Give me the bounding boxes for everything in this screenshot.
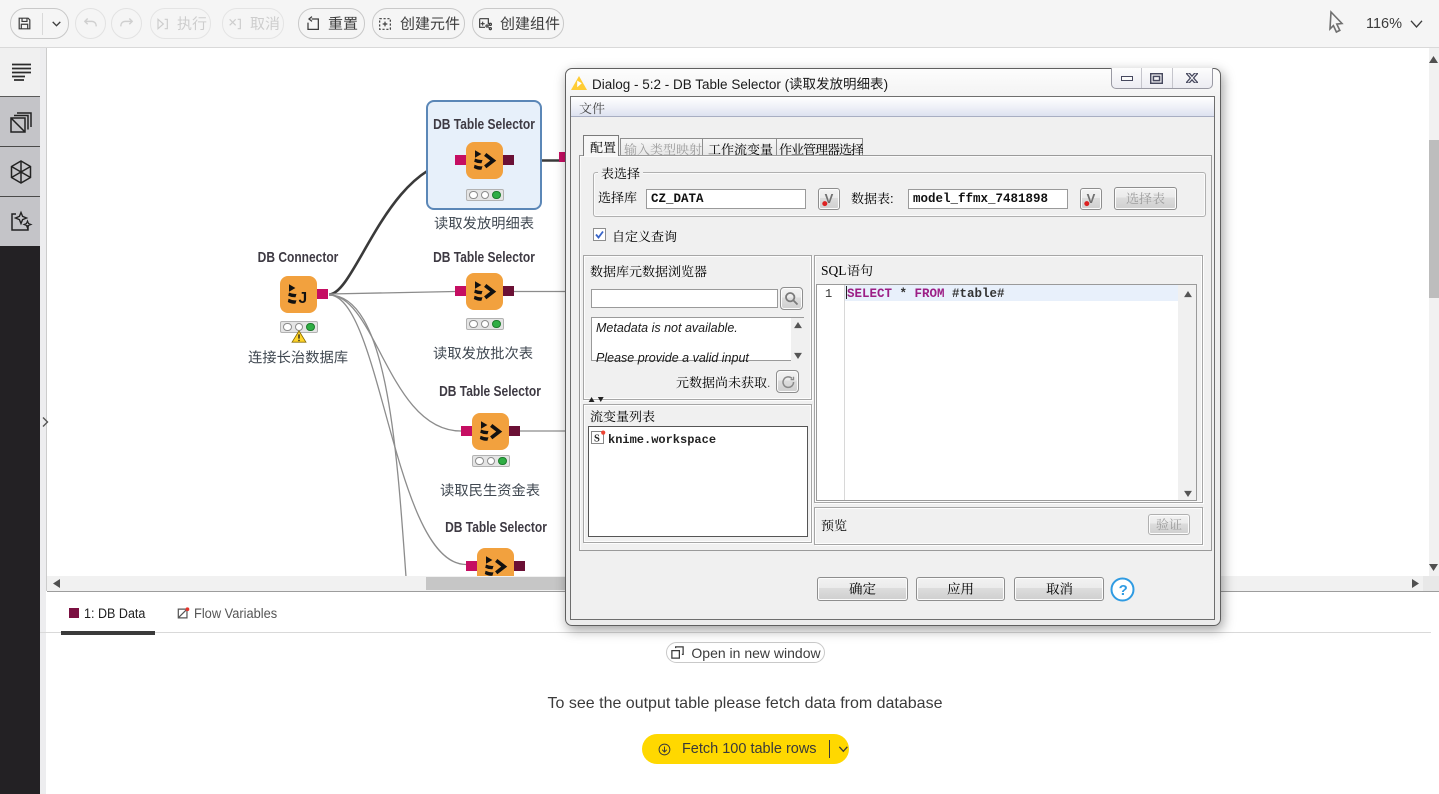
svg-text:J: J [299, 290, 308, 307]
svg-text:S: S [594, 434, 600, 445]
svg-text:?: ? [1119, 582, 1128, 599]
